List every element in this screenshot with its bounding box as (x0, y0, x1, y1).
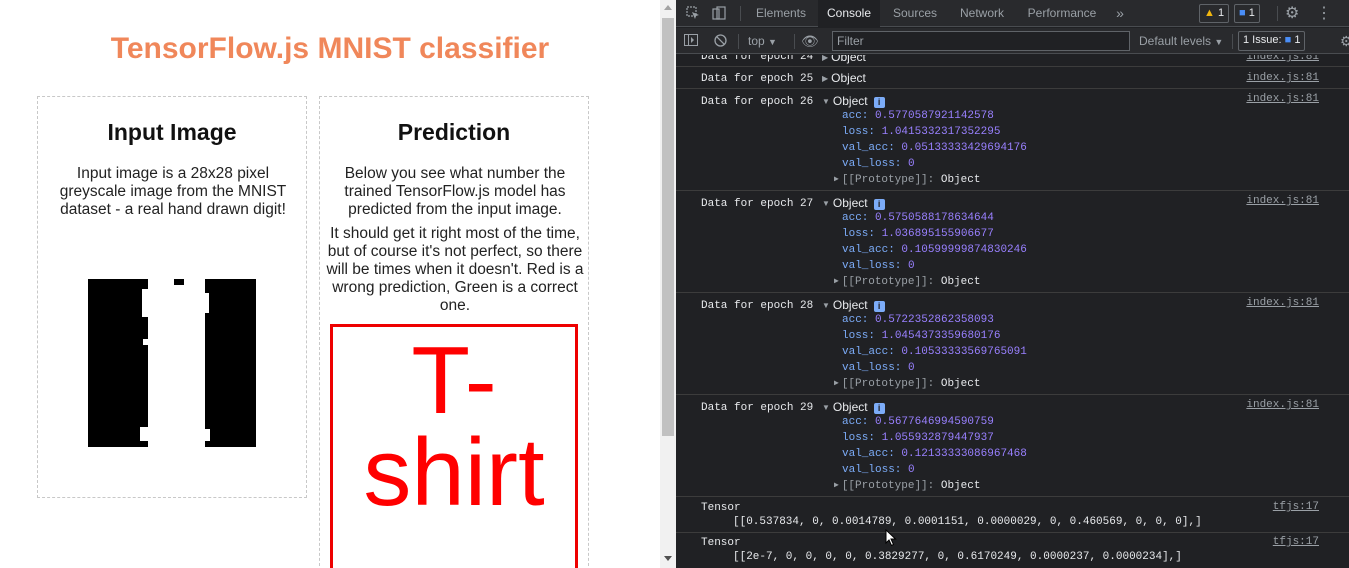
source-link[interactable]: index.js:81 (1246, 297, 1319, 309)
warnings-badge[interactable]: ▲ 1 (1199, 4, 1230, 23)
mouse-cursor-icon (885, 529, 897, 547)
input-image-description: Input image is a 28x28 pixel greyscale i… (59, 165, 287, 218)
collapse-triangle-icon: ▼ (822, 301, 830, 310)
page-scrollbar[interactable] (660, 0, 676, 568)
dropdown-arrow-icon: ▼ (1214, 37, 1224, 47)
expand-triangle-icon: ▶ (822, 74, 829, 83)
tab-network[interactable]: Network (950, 0, 1014, 27)
scrollbar-thumb[interactable] (662, 18, 674, 436)
expand-triangle-icon: ▶ (834, 379, 839, 388)
console-message[interactable]: Tensor tfjs:17 [[2e-7, 0, 0, 0, 0, 0.382… (676, 533, 1349, 568)
info-icon: i (873, 301, 885, 312)
issue-icon: ■ (1284, 34, 1292, 46)
console-message[interactable]: Data for epoch 24 ▶ Object index.js:81 (676, 55, 1349, 67)
warning-icon: ▲ (1204, 7, 1215, 19)
collapse-triangle-icon: ▼ (822, 403, 830, 412)
expand-triangle-icon: ▶ (834, 175, 839, 184)
context-selector[interactable]: top ▼ (748, 28, 777, 55)
info-icon: i (873, 403, 885, 414)
inspect-element-icon[interactable] (686, 0, 700, 27)
devtools-tab-bar: Elements Console Sources Network Perform… (676, 0, 1349, 27)
console-message[interactable]: Tensor tfjs:17 [[0.537834, 0, 0.0014789,… (676, 497, 1349, 533)
prediction-label: T- shirt (363, 327, 545, 526)
prediction-heading: Prediction (397, 119, 511, 145)
collapse-triangle-icon: ▼ (822, 97, 830, 106)
log-levels-dropdown[interactable]: Default levels ▼ (1139, 28, 1223, 55)
scroll-down-arrow-icon[interactable] (664, 556, 672, 561)
console-message[interactable]: Data for epoch 25 ▶ Object index.js:81 (676, 67, 1349, 89)
console-toolbar: top ▼ 👁 Default levels ▼ 1 Issue: ■ 1 ⚙ (676, 28, 1349, 54)
page-title: TensorFlow.js MNIST classifier (110, 32, 550, 65)
expand-triangle-icon: ▶ (834, 481, 839, 490)
console-message[interactable]: Data for epoch 27 ▼ Object i index.js:81 a… (676, 191, 1349, 293)
input-image-canvas (88, 279, 256, 447)
dropdown-arrow-icon: ▼ (768, 37, 777, 47)
more-options-icon[interactable]: ⋮ (1316, 0, 1332, 27)
tab-performance[interactable]: Performance (1018, 0, 1106, 27)
sidebar-toggle-icon[interactable] (684, 28, 698, 54)
live-expression-eye-icon[interactable]: 👁 (801, 28, 819, 54)
prediction-note: It should get it right most of the time,… (326, 225, 584, 314)
clear-console-icon[interactable] (714, 28, 727, 54)
more-tabs-icon[interactable]: » (1112, 0, 1128, 27)
expand-triangle-icon: ▶ (822, 55, 829, 62)
issues-button[interactable]: 1 Issue: ■ 1 (1238, 31, 1306, 51)
devtools-panel: Elements Console Sources Network Perform… (676, 0, 1349, 568)
console-settings-gear-icon[interactable]: ⚙ (1340, 28, 1349, 54)
source-link[interactable]: tfjs:17 (1273, 501, 1319, 513)
prediction-output: T- shirt (330, 324, 578, 568)
source-link[interactable]: index.js:81 (1246, 195, 1319, 207)
info-icon: i (873, 199, 885, 210)
collapse-triangle-icon: ▼ (822, 199, 830, 208)
info-icon: i (873, 97, 885, 108)
console-message[interactable]: Data for epoch 26 ▼ Object i index.js:81 a… (676, 89, 1349, 191)
source-link[interactable]: index.js:81 (1246, 72, 1319, 84)
tab-sources[interactable]: Sources (882, 0, 948, 27)
input-image-heading: Input Image (107, 119, 237, 145)
source-link[interactable]: index.js:81 (1246, 93, 1319, 105)
console-filter-input[interactable] (832, 31, 1130, 51)
tab-console[interactable]: Console (818, 0, 880, 27)
console-messages: Data for epoch 24 ▶ Object index.js:81 Da… (676, 55, 1349, 568)
source-link[interactable]: tfjs:17 (1273, 536, 1319, 548)
source-link[interactable]: index.js:81 (1246, 399, 1319, 411)
message-icon: ■ (1239, 7, 1246, 19)
settings-gear-icon[interactable]: ⚙ (1285, 0, 1299, 27)
console-message[interactable]: Data for epoch 29 ▼ Object i index.js:81 a… (676, 395, 1349, 497)
scroll-up-arrow-icon[interactable] (664, 5, 672, 10)
console-message[interactable]: Data for epoch 28 ▼ Object i index.js:81 a… (676, 293, 1349, 395)
prediction-description: Below you see what number the trained Te… (344, 165, 566, 218)
expand-triangle-icon: ▶ (834, 277, 839, 286)
web-page: TensorFlow.js MNIST classifier Input Ima… (0, 0, 660, 568)
source-link[interactable]: index.js:81 (1246, 55, 1319, 63)
tab-elements[interactable]: Elements (746, 0, 816, 27)
device-toolbar-icon[interactable] (712, 0, 726, 27)
messages-badge[interactable]: ■ 1 (1234, 4, 1260, 23)
